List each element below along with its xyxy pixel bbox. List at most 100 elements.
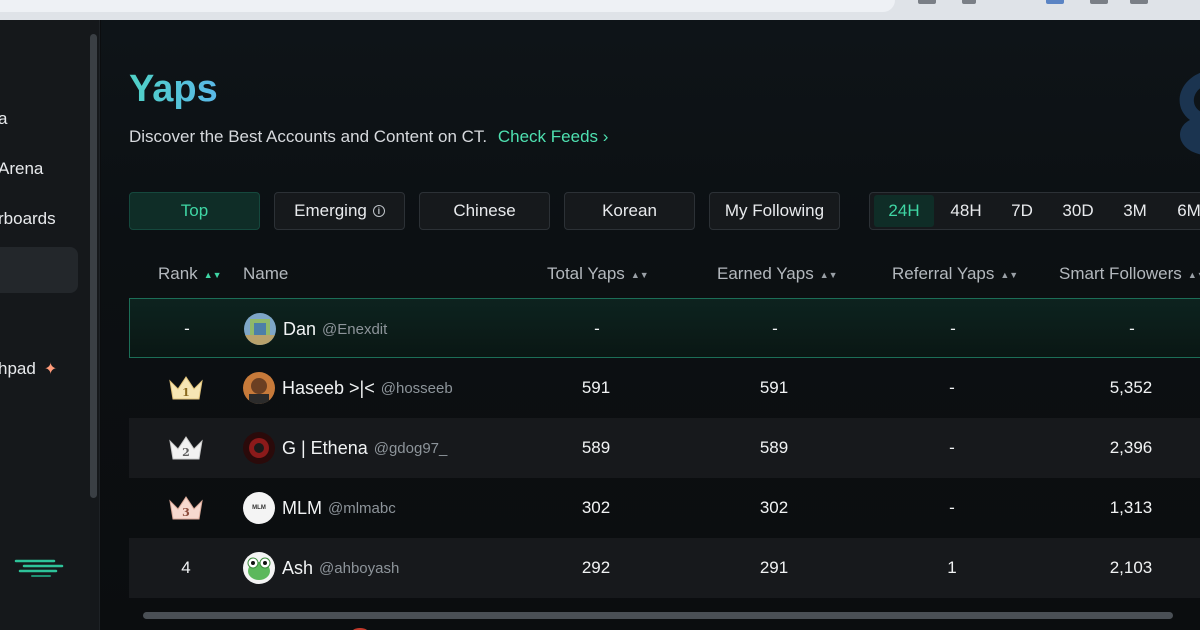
table-row[interactable]: 4 Ash @ahboyash 292 291 1 2,103: [129, 538, 1200, 598]
decorative-logo-icon: [1179, 72, 1200, 155]
check-feeds-label: Check Feeds: [497, 127, 599, 146]
user-handle[interactable]: @hosseeb: [381, 380, 453, 397]
period-7d[interactable]: 7D: [998, 195, 1046, 227]
toolbar-icon[interactable]: [962, 0, 976, 4]
name-cell: Haseeb >|< @hosseeb: [243, 358, 453, 418]
toolbar-icon[interactable]: [1130, 0, 1148, 4]
name-cell: G | Ethena @gdog97_: [243, 418, 447, 478]
total-yaps-cell: 302: [581, 498, 611, 517]
toolbar-icon[interactable]: [1090, 0, 1108, 4]
smart-followers-cell: 2,103: [1109, 558, 1153, 577]
user-handle[interactable]: @mlmabc: [328, 500, 396, 517]
name-cell: MLM MLM @mlmabc: [243, 478, 396, 538]
rank-cell: 4: [181, 558, 191, 577]
user-name[interactable]: G | Ethena: [282, 438, 368, 459]
sidebar-item-label: Arena: [0, 159, 44, 178]
avatar[interactable]: [243, 432, 275, 464]
earned-yaps-cell: -: [772, 319, 778, 338]
avatar[interactable]: MLM: [243, 492, 275, 524]
period-3m[interactable]: 3M: [1110, 195, 1160, 227]
column-header-label: Referral Yaps: [892, 264, 995, 283]
table-row[interactable]: 1 Haseeb >|< @hosseeb 591 591 - 5,352: [129, 358, 1200, 418]
sidebar-scrollbar[interactable]: [90, 34, 97, 498]
column-header-total-yaps[interactable]: Total Yaps ▲▼: [547, 264, 649, 284]
horizontal-scrollbar[interactable]: [143, 612, 1173, 619]
tab-emerging[interactable]: Emerging i: [274, 192, 405, 230]
tab-top[interactable]: Top: [129, 192, 260, 230]
avatar[interactable]: [243, 552, 275, 584]
table-row[interactable]: 3 MLM MLM @mlmabc 302 302 - 1,313: [129, 478, 1200, 538]
sidebar-item-1[interactable]: a: [0, 109, 7, 129]
sparkle-icon: ✦: [43, 361, 58, 378]
toolbar-icon[interactable]: [918, 0, 936, 4]
user-handle[interactable]: @Enexdit: [322, 321, 387, 338]
user-name[interactable]: MLM: [282, 498, 322, 519]
column-header-rank[interactable]: Rank ▲▼: [158, 264, 222, 284]
user-name[interactable]: Haseeb >|<: [282, 378, 375, 399]
total-yaps-cell: -: [594, 319, 600, 338]
referral-yaps-cell: -: [949, 378, 955, 397]
smart-followers-cell: 1,313: [1109, 498, 1153, 517]
sidebar-item-yaps-active[interactable]: [0, 247, 78, 293]
avatar[interactable]: [243, 372, 275, 404]
column-header-smart-followers[interactable]: Smart Followers ▲▼: [1059, 264, 1200, 284]
info-icon[interactable]: i: [372, 205, 385, 217]
smart-followers-cell: 2,396: [1109, 438, 1153, 457]
table-row-current-user[interactable]: - Dan @Enexdit - - - -: [129, 298, 1200, 358]
sidebar-item-launchpad[interactable]: hpad ✦: [0, 359, 57, 379]
tab-label: My Following: [724, 201, 825, 220]
sidebar-item-label: hpad: [0, 359, 36, 378]
page-subtitle: Discover the Best Accounts and Content o…: [129, 127, 608, 147]
brand-logo-icon: [14, 559, 64, 577]
browser-chrome: [0, 0, 1200, 20]
page-title: Yaps: [129, 68, 218, 110]
name-cell: Dan @Enexdit: [244, 299, 387, 359]
user-name[interactable]: Dan: [283, 319, 316, 340]
earned-yaps-cell: 591: [759, 378, 789, 397]
user-handle[interactable]: @ahboyash: [319, 560, 399, 577]
sort-icon: ▲▼: [1000, 269, 1019, 280]
sort-icon: ▲▼: [819, 269, 838, 280]
earned-yaps-cell: 302: [759, 498, 789, 517]
rank-number: 1: [182, 386, 190, 399]
subtitle-text: Discover the Best Accounts and Content o…: [129, 127, 488, 146]
column-header-label: Total Yaps: [547, 264, 625, 283]
period-6m[interactable]: 6M: [1164, 195, 1200, 227]
referral-yaps-cell: -: [949, 438, 955, 457]
bronze-crown-icon: 3: [169, 496, 203, 520]
tab-label: Korean: [602, 201, 657, 220]
rank-cell: -: [184, 319, 190, 338]
address-bar[interactable]: [0, 0, 895, 12]
tab-label: Top: [180, 201, 209, 220]
tab-chinese[interactable]: Chinese: [419, 192, 550, 230]
smart-followers-cell: -: [1129, 319, 1135, 338]
chevron-right-icon: ›: [602, 127, 609, 146]
silver-crown-icon: 2: [169, 436, 203, 460]
referral-yaps-cell: -: [949, 498, 955, 517]
toolbar-icon[interactable]: [1046, 0, 1064, 4]
column-header-name: Name: [243, 264, 288, 284]
column-header-label: Earned Yaps: [717, 264, 814, 283]
check-feeds-link[interactable]: Check Feeds ›: [498, 127, 609, 146]
referral-yaps-cell: -: [950, 319, 956, 338]
earned-yaps-cell: 589: [759, 438, 789, 457]
tab-label: Chinese: [453, 201, 516, 220]
earned-yaps-cell: 291: [759, 558, 789, 577]
tab-my-following[interactable]: My Following: [709, 192, 840, 230]
table-row[interactable]: 2 G | Ethena @gdog97_ 589 589 - 2,396: [129, 418, 1200, 478]
period-30d[interactable]: 30D: [1050, 195, 1106, 227]
rank-number: 3: [182, 506, 190, 519]
sidebar-item-leaderboards[interactable]: rboards: [0, 209, 56, 229]
sidebar-item-arena[interactable]: Arena: [0, 159, 43, 179]
user-handle[interactable]: @gdog97_: [374, 440, 448, 457]
rank-cell: 3: [136, 478, 236, 538]
column-header-referral-yaps[interactable]: Referral Yaps ▲▼: [892, 264, 1018, 284]
column-header-earned-yaps[interactable]: Earned Yaps ▲▼: [717, 264, 838, 284]
user-name[interactable]: Ash: [282, 558, 313, 579]
period-24h[interactable]: 24H: [874, 195, 934, 227]
period-48h[interactable]: 48H: [938, 195, 994, 227]
avatar[interactable]: [244, 313, 276, 345]
total-yaps-cell: 589: [581, 438, 611, 457]
smart-followers-cell: 5,352: [1109, 378, 1153, 397]
tab-korean[interactable]: Korean: [564, 192, 695, 230]
